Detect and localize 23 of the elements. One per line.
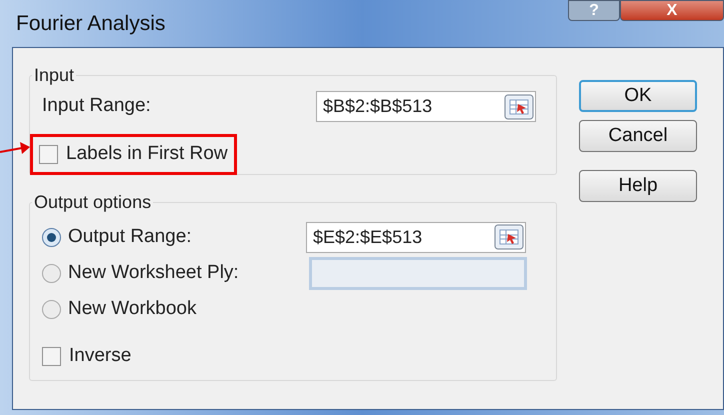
dialog-button[interactable]: Cancel [579, 120, 697, 152]
radio-label: Output Range: [68, 224, 192, 249]
group-title: Output options [33, 191, 152, 214]
range-picker-icon[interactable] [504, 94, 534, 120]
dialog-button[interactable]: Help [579, 170, 697, 202]
checkbox[interactable] [42, 346, 61, 366]
radio-label: New Workbook [68, 296, 196, 321]
range-picker-icon[interactable] [494, 224, 524, 250]
group-title: Input [33, 64, 76, 87]
radio-button[interactable] [42, 264, 61, 282]
radio-button[interactable] [42, 228, 61, 246]
annotation-arrow [0, 141, 30, 157]
checkbox-label: Labels in First Row [66, 142, 228, 166]
window-title: Fourier Analysis [15, 11, 166, 37]
dialog-button[interactable]: OK [579, 80, 697, 112]
radio-label: New Worksheet Ply: [68, 260, 239, 285]
radio-button[interactable] [42, 300, 61, 318]
field-label: Input Range: [41, 94, 151, 118]
close-button[interactable]: X [620, 0, 724, 21]
output-range-field[interactable]: $E$2:$E$513 [306, 222, 526, 252]
input-range-field[interactable]: $B$2:$B$513 [316, 91, 536, 122]
checkbox[interactable] [39, 144, 58, 164]
checkbox-label: Inverse [69, 344, 132, 368]
